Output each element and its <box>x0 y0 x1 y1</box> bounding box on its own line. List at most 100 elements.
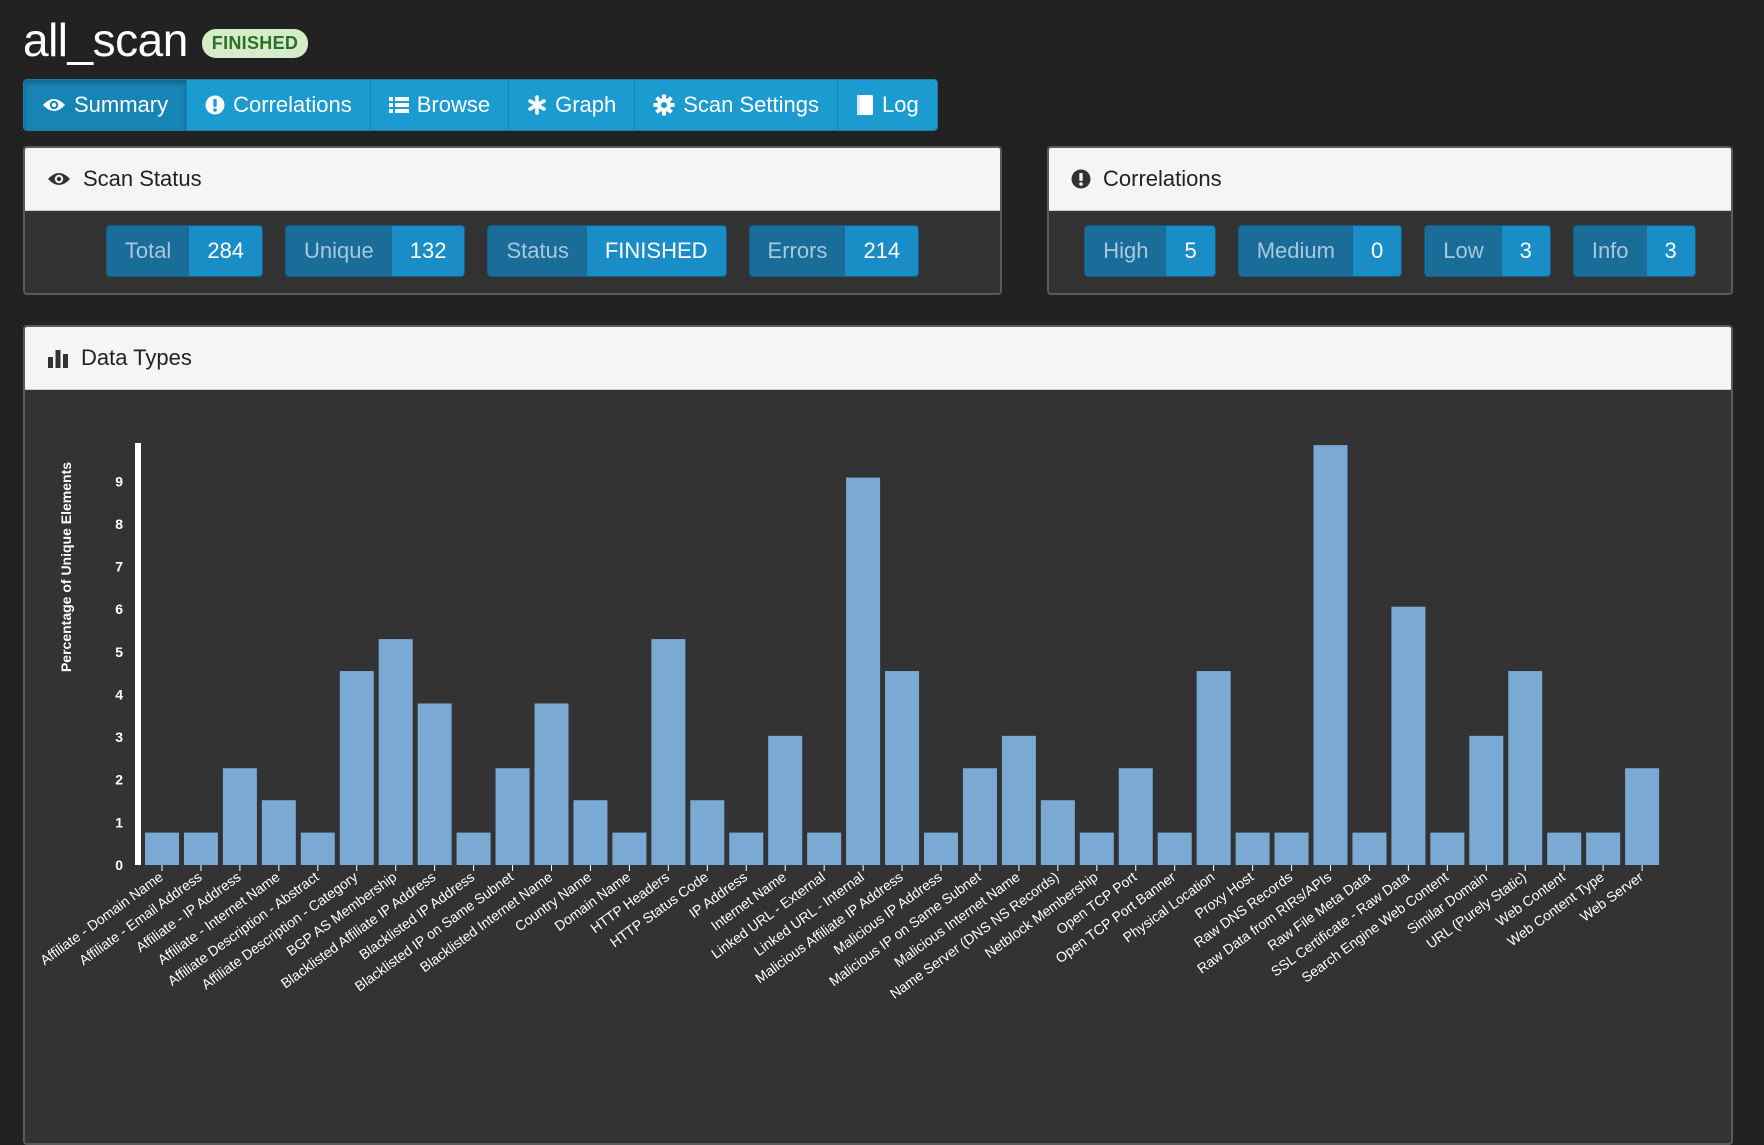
stat-value: 3 <box>1501 226 1550 276</box>
stat-info[interactable]: Info 3 <box>1572 225 1696 277</box>
stat-high[interactable]: High 5 <box>1084 225 1216 277</box>
y-tick-label: 3 <box>115 729 123 745</box>
y-axis-line <box>135 443 141 865</box>
bar[interactable] <box>456 832 491 865</box>
bar[interactable] <box>1235 832 1270 865</box>
bar[interactable] <box>378 639 413 865</box>
bar[interactable] <box>1001 735 1036 865</box>
tab-browse[interactable]: Browse <box>370 80 510 130</box>
scan-status-stats: Total 284 Unique 132 Status FINISHED Errors… <box>25 225 1000 277</box>
bar[interactable] <box>1547 832 1582 865</box>
bar[interactable] <box>1508 671 1543 865</box>
stat-label: Low <box>1425 226 1502 276</box>
bar[interactable] <box>1274 832 1309 865</box>
stat-errors[interactable]: Errors 214 <box>748 225 920 277</box>
tab-correlations[interactable]: Correlations <box>187 80 371 130</box>
bar[interactable] <box>651 639 686 865</box>
tab-bar: Summary Correlations Browse Graph Scan S… <box>23 79 938 131</box>
scan-status-header: Scan Status <box>25 148 1000 211</box>
bar[interactable] <box>495 768 530 865</box>
stat-label: High <box>1085 226 1167 276</box>
bar[interactable] <box>300 832 335 865</box>
bar[interactable] <box>339 671 374 865</box>
exclamation-circle-icon <box>205 95 225 115</box>
scan-status-panel: Scan Status Total 284 Unique 132 Status FIN… <box>23 146 1002 295</box>
stat-label: Total <box>106 226 190 276</box>
tab-summary[interactable]: Summary <box>24 80 188 130</box>
bar[interactable] <box>222 768 257 865</box>
bar[interactable] <box>261 800 296 865</box>
stat-label: Medium <box>1238 226 1353 276</box>
bar[interactable] <box>1157 832 1192 865</box>
stat-low[interactable]: Low 3 <box>1424 225 1551 277</box>
bar[interactable] <box>1313 445 1348 865</box>
eye-icon <box>42 97 66 113</box>
bar[interactable] <box>1079 832 1114 865</box>
bar[interactable] <box>534 703 569 865</box>
bar[interactable] <box>145 832 179 865</box>
exclamation-circle-icon <box>1071 169 1091 189</box>
stat-medium[interactable]: Medium 0 <box>1237 225 1403 277</box>
bar[interactable] <box>690 800 725 865</box>
tab-correlations-label: Correlations <box>233 92 352 117</box>
gear-icon <box>653 94 675 116</box>
scan-header: all_scan FINISHED <box>23 10 309 70</box>
bar[interactable] <box>573 800 608 865</box>
correlations-panel: Correlations High 5 Medium 0 Low 3 Info 3 <box>1047 146 1733 295</box>
stat-value: 0 <box>1352 226 1402 276</box>
stat-label: Unique <box>286 226 392 276</box>
document-icon <box>856 94 874 116</box>
tab-log-label: Log <box>882 92 919 117</box>
data-types-chart: Percentage of Unique Elements0123456789A… <box>37 443 1660 1002</box>
stat-status[interactable]: Status FINISHED <box>487 225 727 277</box>
stat-value: 214 <box>845 226 919 276</box>
stat-value: 5 <box>1166 226 1215 276</box>
y-tick-label: 9 <box>115 473 123 489</box>
stat-label: Status <box>488 226 587 276</box>
bar[interactable] <box>1625 768 1660 865</box>
tab-graph[interactable]: Graph <box>509 80 636 130</box>
eye-icon <box>47 171 71 187</box>
stat-total[interactable]: Total 284 <box>105 225 264 277</box>
stat-value: 3 <box>1646 226 1695 276</box>
y-tick-label: 4 <box>115 686 123 702</box>
stat-value: 284 <box>189 226 263 276</box>
bar[interactable] <box>1040 800 1075 865</box>
list-icon <box>388 96 409 114</box>
status-badge: FINISHED <box>201 28 309 58</box>
bar[interactable] <box>846 477 881 865</box>
tab-log[interactable]: Log <box>838 80 937 130</box>
bar[interactable] <box>1430 832 1465 865</box>
correlations-title: Correlations <box>1103 166 1222 191</box>
tab-graph-label: Graph <box>555 92 617 117</box>
y-axis-label: Percentage of Unique Elements <box>58 462 74 672</box>
bar[interactable] <box>1391 606 1426 865</box>
bar[interactable] <box>768 735 803 865</box>
stat-label: Errors <box>749 226 846 276</box>
bar[interactable] <box>807 832 842 865</box>
tab-scan-settings[interactable]: Scan Settings <box>635 80 838 130</box>
bar[interactable] <box>885 671 920 865</box>
bar[interactable] <box>1586 832 1621 865</box>
bar[interactable] <box>729 832 764 865</box>
bar[interactable] <box>1196 671 1231 865</box>
bar[interactable] <box>417 703 452 865</box>
stat-unique[interactable]: Unique 132 <box>285 225 466 277</box>
scan-status-title: Scan Status <box>83 166 202 191</box>
data-types-title: Data Types <box>81 345 192 370</box>
bar[interactable] <box>924 832 958 865</box>
tab-scan-settings-label: Scan Settings <box>683 92 819 117</box>
bar[interactable] <box>612 832 647 865</box>
bar[interactable] <box>1352 832 1387 865</box>
y-tick-label: 2 <box>115 772 123 788</box>
correlations-header: Correlations <box>1049 148 1731 211</box>
scan-title: all_scan <box>23 14 188 66</box>
bar[interactable] <box>962 768 997 865</box>
asterisk-icon <box>527 95 547 115</box>
bar-chart-icon <box>47 348 69 368</box>
bar[interactable] <box>1469 735 1504 865</box>
bar[interactable] <box>183 832 218 865</box>
bar[interactable] <box>1118 768 1153 865</box>
y-tick-label: 0 <box>115 857 123 873</box>
tab-browse-label: Browse <box>416 92 491 117</box>
